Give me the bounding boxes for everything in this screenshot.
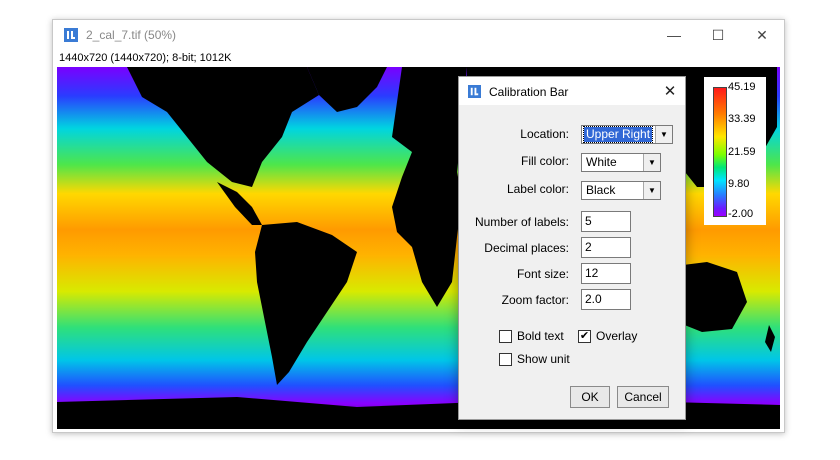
bold-text-label: Bold text <box>517 329 564 343</box>
imagej-icon <box>468 85 481 98</box>
overlay-checkbox[interactable]: ✔ Overlay <box>578 329 637 343</box>
calibration-bar-overlay: 45.19 33.39 21.59 9.80 -2.00 <box>704 77 766 225</box>
scale-label-min: -2.00 <box>728 208 754 220</box>
location-value: Upper Right <box>582 126 654 143</box>
scale-label: 33.39 <box>728 113 756 125</box>
scale-label-max: 45.19 <box>728 81 756 93</box>
window-title: 2_cal_7.tif (50%) <box>86 28 177 42</box>
show-unit-checkbox[interactable]: Show unit <box>499 352 570 366</box>
location-select[interactable]: Upper Right ▼ <box>581 125 673 144</box>
bold-text-checkbox[interactable]: Bold text <box>499 329 564 343</box>
fill-color-label: Fill color: <box>520 154 569 168</box>
checkbox-box <box>499 329 512 343</box>
zoom-factor-field[interactable]: 2.0 <box>581 289 631 310</box>
close-button[interactable]: ✕ <box>740 20 784 50</box>
show-unit-label: Show unit <box>517 352 570 366</box>
chevron-down-icon: ▼ <box>655 126 672 143</box>
cancel-button[interactable]: Cancel <box>617 386 669 408</box>
number-of-labels-field[interactable]: 5 <box>581 211 631 232</box>
checkmark-icon: ✔ <box>578 329 591 343</box>
font-size-label: Font size: <box>516 267 569 281</box>
label-color-value: Black <box>586 183 616 197</box>
overlay-label: Overlay <box>596 329 638 343</box>
checkbox-box <box>499 352 512 366</box>
close-icon: ✕ <box>663 83 677 100</box>
minimize-icon: — <box>667 27 681 43</box>
imagej-icon <box>64 28 78 42</box>
decimal-places-field[interactable]: 2 <box>581 237 631 258</box>
scale-label: 21.59 <box>728 146 756 158</box>
title-bar[interactable]: 2_cal_7.tif (50%) — ☐ ✕ <box>53 20 784 50</box>
fill-color-select[interactable]: White ▼ <box>581 153 661 172</box>
maximize-icon: ☐ <box>711 26 725 43</box>
dialog-title: Calibration Bar <box>489 85 569 99</box>
minimize-button[interactable]: — <box>652 20 696 50</box>
close-icon: ✕ <box>756 26 768 43</box>
label-color-label: Label color: <box>506 182 569 196</box>
ok-button[interactable]: OK <box>570 386 610 408</box>
label-color-select[interactable]: Black ▼ <box>581 181 661 200</box>
decimal-places-label: Decimal places: <box>484 241 569 255</box>
maximize-button[interactable]: ☐ <box>696 20 740 50</box>
dialog-title-bar[interactable]: Calibration Bar ✕ <box>459 77 685 105</box>
fill-color-value: White <box>586 155 617 169</box>
font-size-field[interactable]: 12 <box>581 263 631 284</box>
image-info: 1440x720 (1440x720); 8-bit; 1012K <box>59 52 232 64</box>
chevron-down-icon: ▼ <box>643 154 660 171</box>
calibration-bar-dialog: Calibration Bar ✕ Location: Upper Right … <box>458 76 686 420</box>
number-of-labels-label: Number of labels: <box>474 215 569 229</box>
scale-label: 9.80 <box>728 178 750 190</box>
chevron-down-icon: ▼ <box>643 182 660 199</box>
zoom-factor-label: Zoom factor: <box>501 293 569 307</box>
color-scale <box>713 87 727 217</box>
dialog-close-button[interactable]: ✕ <box>655 77 685 105</box>
location-label: Location: <box>520 127 569 141</box>
